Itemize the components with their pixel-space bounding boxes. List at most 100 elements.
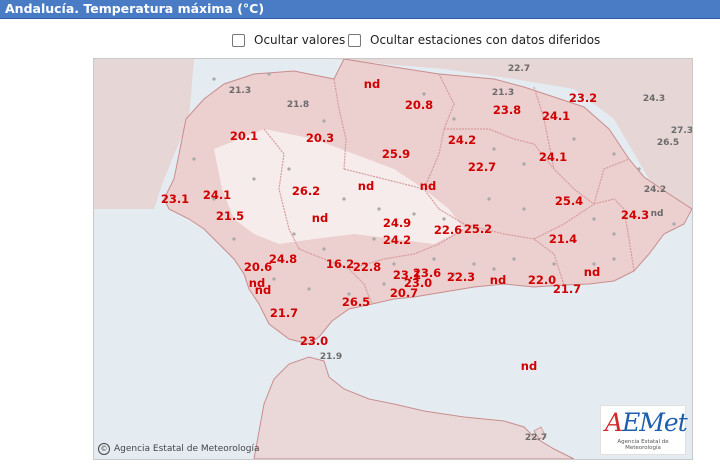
station-dot <box>572 137 576 141</box>
station-dot <box>612 152 616 156</box>
station-value-label[interactable]: 21.7 <box>270 306 298 320</box>
station-value-label[interactable]: 24.1 <box>203 188 231 202</box>
station-value-label[interactable]: 23.0 <box>300 334 328 348</box>
station-dot <box>432 257 436 261</box>
station-dot <box>522 162 526 166</box>
station-dot <box>422 92 426 96</box>
station-dot <box>212 77 216 81</box>
aemet-logo: AEMet Agencia Estatal de Meteorología <box>600 405 688 455</box>
deferred-station-value-label[interactable]: 21.9 <box>320 352 342 362</box>
station-value-label[interactable]: 24.1 <box>542 109 570 123</box>
station-dot <box>392 262 396 266</box>
station-dot <box>452 117 456 121</box>
station-value-label[interactable]: 24.2 <box>448 133 476 147</box>
station-dot <box>322 119 326 123</box>
deferred-station-value-label[interactable]: 22.7 <box>508 64 530 74</box>
station-dot <box>287 167 291 171</box>
station-value-label[interactable]: 20.8 <box>405 98 433 112</box>
map-frame[interactable]: 22.7 21.3 21.8 21.3 24.3 27.3 26.5 24.2 nd 21.9 22… <box>93 58 693 460</box>
station-value-label[interactable]: 24.9 <box>383 216 411 230</box>
station-dot <box>637 167 641 171</box>
deferred-station-value-label[interactable]: 24.2 <box>644 185 666 195</box>
deferred-station-value-label[interactable]: 26.5 <box>657 138 679 148</box>
station-value-label[interactable]: 20.7 <box>390 286 418 300</box>
station-value-label[interactable]: 23.8 <box>493 103 521 117</box>
station-dot <box>382 282 386 286</box>
station-value-label[interactable]: 24.3 <box>621 208 649 222</box>
station-dot <box>252 177 256 181</box>
station-value-label[interactable]: nd <box>312 211 328 225</box>
station-dot <box>192 157 196 161</box>
station-value-label[interactable]: 24.1 <box>539 150 567 164</box>
copyright-icon: © <box>98 443 110 455</box>
station-value-label[interactable]: 26.2 <box>292 184 320 198</box>
station-value-label[interactable]: 16.2 <box>326 257 354 271</box>
station-dot <box>492 267 496 271</box>
station-value-label[interactable]: 24.2 <box>383 233 411 247</box>
station-value-label[interactable]: 20.3 <box>306 131 334 145</box>
station-value-label[interactable]: nd <box>420 179 436 193</box>
station-dot <box>412 212 416 216</box>
hide-values-checkbox[interactable]: Ocultar valores <box>232 33 345 47</box>
station-value-label[interactable]: 22.7 <box>468 160 496 174</box>
station-dot <box>377 207 381 211</box>
station-value-label[interactable]: nd <box>584 265 600 279</box>
checkbox-box[interactable] <box>348 33 361 47</box>
station-dot <box>292 232 296 236</box>
station-value-label[interactable]: 20.1 <box>230 129 258 143</box>
deferred-station-value-label[interactable]: nd <box>651 209 664 219</box>
station-value-label[interactable]: 22.8 <box>353 260 381 274</box>
checkbox-box[interactable] <box>232 33 245 47</box>
station-dot <box>552 262 556 266</box>
station-dot <box>512 257 516 261</box>
hide-values-label: Ocultar valores <box>254 33 346 47</box>
deferred-station-value-label[interactable]: 22.7 <box>525 433 547 443</box>
deferred-station-value-label[interactable]: 21.3 <box>492 88 514 98</box>
station-dot <box>472 262 476 266</box>
hide-deferred-stations-checkbox[interactable]: Ocultar estaciones con datos diferidos <box>348 33 600 47</box>
station-dot <box>612 257 616 261</box>
station-value-label[interactable]: 23.1 <box>161 192 189 206</box>
station-value-label[interactable]: nd <box>358 179 374 193</box>
station-value-label[interactable]: 25.4 <box>555 194 583 208</box>
station-dot <box>442 217 446 221</box>
station-value-label[interactable]: 23.2 <box>569 91 597 105</box>
station-dot <box>612 232 616 236</box>
station-value-label[interactable]: 21.7 <box>553 282 581 296</box>
station-dot <box>487 197 491 201</box>
deferred-station-value-label[interactable]: 27.3 <box>671 126 692 136</box>
station-dot <box>672 222 676 226</box>
copyright-text: Agencia Estatal de Meteorología <box>114 444 260 454</box>
station-value-label[interactable]: 21.4 <box>549 232 577 246</box>
copyright-notice: © Agencia Estatal de Meteorología <box>98 443 260 455</box>
station-value-label[interactable]: 25.9 <box>382 147 410 161</box>
station-value-label[interactable]: nd <box>521 359 537 373</box>
station-dot <box>342 197 346 201</box>
station-dot <box>267 72 271 76</box>
aemet-logo-mark: AEMet <box>605 408 688 437</box>
station-dot <box>272 277 276 281</box>
hide-deferred-label: Ocultar estaciones con datos diferidos <box>370 33 601 47</box>
station-value-label[interactable]: 26.5 <box>342 295 370 309</box>
station-value-label[interactable]: nd <box>490 273 506 287</box>
options-bar: Ocultar valores Ocultar estaciones con d… <box>0 33 720 53</box>
andalucia-map[interactable]: 22.7 21.3 21.8 21.3 24.3 27.3 26.5 24.2 nd 21.9 22… <box>94 59 692 459</box>
station-value-label[interactable]: 20.6 <box>244 260 272 274</box>
deferred-station-value-label[interactable]: 21.3 <box>229 86 251 96</box>
station-dot <box>232 237 236 241</box>
station-dot <box>592 217 596 221</box>
station-value-label[interactable]: 25.2 <box>464 222 492 236</box>
station-value-label[interactable]: nd <box>364 77 380 91</box>
station-value-label[interactable]: 22.3 <box>447 270 475 284</box>
station-dot <box>372 237 376 241</box>
deferred-station-value-label[interactable]: 21.8 <box>287 100 309 110</box>
station-value-label[interactable]: 21.5 <box>216 209 244 223</box>
page-title: Andalucía. Temperatura máxima (°C) <box>5 1 265 16</box>
window-title-bar: Andalucía. Temperatura máxima (°C) <box>0 0 720 19</box>
station-value-label[interactable]: 24.8 <box>269 252 297 266</box>
deferred-station-value-label[interactable]: 24.3 <box>643 94 665 104</box>
station-dot <box>307 287 311 291</box>
station-value-label[interactable]: 22.6 <box>434 223 462 237</box>
aemet-logo-subtitle: Agencia Estatal de Meteorología <box>617 439 669 451</box>
station-value-label[interactable]: nd <box>255 283 271 297</box>
